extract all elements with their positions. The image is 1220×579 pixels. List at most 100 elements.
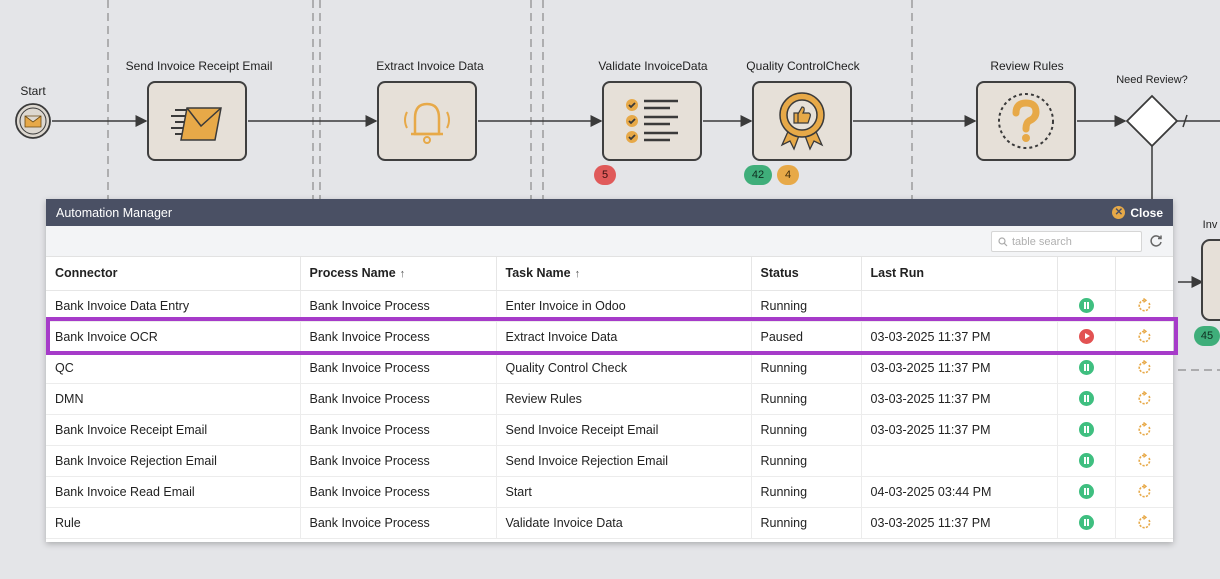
gateway-label: Need Review? xyxy=(1116,74,1188,86)
envelope-icon xyxy=(171,107,222,141)
pause-button[interactable] xyxy=(1078,515,1094,531)
cell-status: Running xyxy=(751,476,862,508)
cell-process: Bank Invoice Process xyxy=(300,507,497,539)
table-row[interactable]: Bank Invoice Data Entry Bank Invoice Proc… xyxy=(46,290,1173,322)
task-review-rules[interactable] xyxy=(976,81,1076,161)
close-icon: ✕ xyxy=(1112,206,1126,219)
cell-toggle xyxy=(1057,321,1116,353)
panel-header: Automation Manager ✕ Close xyxy=(46,199,1173,226)
cell-restart xyxy=(1115,383,1173,415)
pause-button[interactable] xyxy=(1078,422,1094,438)
column-header-restart xyxy=(1115,257,1173,291)
cell-process: Bank Invoice Process xyxy=(300,290,497,322)
cell-connector: QC xyxy=(46,352,301,384)
table-row[interactable]: DMN Bank Invoice Process Review Rules Runni… xyxy=(46,383,1173,415)
restart-icon[interactable] xyxy=(1137,515,1152,530)
column-header-task-name[interactable]: Task Name ↑ xyxy=(496,257,752,291)
column-header-status[interactable]: Status xyxy=(751,257,862,291)
table-row[interactable]: Bank Invoice Read Email Bank Invoice Proc… xyxy=(46,476,1173,508)
cell-task: Start xyxy=(496,476,752,508)
search-input[interactable] xyxy=(1012,235,1132,248)
cell-process: Bank Invoice Process xyxy=(300,383,497,415)
task-label: Quality ControlCheck xyxy=(746,59,860,73)
refresh-icon[interactable] xyxy=(1149,234,1163,248)
cell-connector: Bank Invoice Receipt Email xyxy=(46,414,301,446)
cell-connector: Bank Invoice OCR xyxy=(46,321,301,353)
cell-restart xyxy=(1115,290,1173,322)
pause-button[interactable] xyxy=(1078,484,1094,500)
search-icon xyxy=(998,236,1008,246)
cell-task: Quality Control Check xyxy=(496,352,752,384)
cell-status: Running xyxy=(751,383,862,415)
restart-icon[interactable] xyxy=(1137,453,1152,468)
cell-restart xyxy=(1115,507,1173,539)
cell-last-run: 03-03-2025 11:37 PM xyxy=(861,352,1058,384)
partial-task[interactable] xyxy=(1201,239,1220,321)
table-header-row: Connector Process Name ↑ Task Name ↑ Statu… xyxy=(46,257,1173,291)
restart-icon[interactable] xyxy=(1137,484,1152,499)
table-search[interactable] xyxy=(991,231,1142,252)
restart-icon[interactable] xyxy=(1137,422,1152,437)
cell-toggle xyxy=(1057,507,1116,539)
cell-status: Running xyxy=(751,445,862,477)
cell-task: Send Invoice Receipt Email xyxy=(496,414,752,446)
cell-last-run: 03-03-2025 11:37 PM xyxy=(861,414,1058,446)
cell-process: Bank Invoice Process xyxy=(300,414,497,446)
play-button[interactable] xyxy=(1078,329,1094,345)
task-validate-invoice-data[interactable] xyxy=(602,81,702,161)
table-row[interactable]: Bank Invoice OCR Bank Invoice Process Extr… xyxy=(46,321,1173,353)
pause-button[interactable] xyxy=(1078,360,1094,376)
cell-toggle xyxy=(1057,383,1116,415)
sort-arrow-icon[interactable]: ↑ xyxy=(400,268,406,280)
column-header-process-name[interactable]: Process Name ↑ xyxy=(300,257,497,291)
task-extract-invoice-data[interactable] xyxy=(377,81,477,161)
task-label: Send Invoice Receipt Email xyxy=(125,59,273,73)
cell-last-run xyxy=(861,290,1058,322)
column-header-connector[interactable]: Connector xyxy=(46,257,301,291)
cell-connector: Bank Invoice Read Email xyxy=(46,476,301,508)
table-row[interactable]: Bank Invoice Receipt Email Bank Invoice P… xyxy=(46,414,1173,446)
success-count-badge: 42 xyxy=(744,165,772,185)
table-row[interactable]: Bank Invoice Rejection Email Bank Invoice… xyxy=(46,445,1173,477)
column-header-last-run[interactable]: Last Run xyxy=(861,257,1058,291)
cell-toggle xyxy=(1057,352,1116,384)
pause-button[interactable] xyxy=(1078,298,1094,314)
restart-icon[interactable] xyxy=(1137,329,1152,344)
restart-icon[interactable] xyxy=(1137,360,1152,375)
cell-status: Running xyxy=(751,290,862,322)
task-label: Validate InvoiceData xyxy=(598,59,708,73)
restart-icon[interactable] xyxy=(1137,391,1152,406)
sort-arrow-icon[interactable]: ↑ xyxy=(575,268,581,280)
task-send-invoice-receipt-email[interactable] xyxy=(147,81,247,161)
table-row[interactable]: QC Bank Invoice Process Quality Control Ch… xyxy=(46,352,1173,384)
connector-table: Connector Process Name ↑ Task Name ↑ Statu… xyxy=(46,257,1173,539)
cell-restart xyxy=(1115,321,1173,353)
table-row[interactable]: Rule Bank Invoice Process Validate Invoice… xyxy=(46,507,1173,539)
panel-toolbar xyxy=(46,226,1173,257)
task-quality-control-check[interactable] xyxy=(752,81,852,161)
close-button[interactable]: ✕ Close xyxy=(1112,206,1163,220)
pause-button[interactable] xyxy=(1078,391,1094,407)
cell-toggle xyxy=(1057,290,1116,322)
automation-manager-panel: Automation Manager ✕ Close Connector Pro… xyxy=(46,199,1173,542)
cell-process: Bank Invoice Process xyxy=(300,321,497,353)
cell-last-run: 04-03-2025 03:44 PM xyxy=(861,476,1058,508)
cell-connector: Bank Invoice Data Entry xyxy=(46,290,301,322)
error-count-badge: 5 xyxy=(594,165,616,185)
review-gateway[interactable] xyxy=(1125,94,1188,148)
start-label: Start xyxy=(20,84,46,98)
close-label: Close xyxy=(1130,205,1163,220)
question-icon xyxy=(998,93,1054,149)
cell-toggle xyxy=(1057,414,1116,446)
pause-button[interactable] xyxy=(1078,453,1094,469)
cell-process: Bank Invoice Process xyxy=(300,352,497,384)
cell-status: Running xyxy=(751,507,862,539)
cell-restart xyxy=(1115,414,1173,446)
task-label: Review Rules xyxy=(990,59,1064,73)
cell-last-run: 03-03-2025 11:37 PM xyxy=(861,321,1058,353)
start-event[interactable] xyxy=(15,103,51,139)
restart-icon[interactable] xyxy=(1137,298,1152,313)
cell-connector: Bank Invoice Rejection Email xyxy=(46,445,301,477)
cell-restart xyxy=(1115,445,1173,477)
cell-status: Running xyxy=(751,352,862,384)
